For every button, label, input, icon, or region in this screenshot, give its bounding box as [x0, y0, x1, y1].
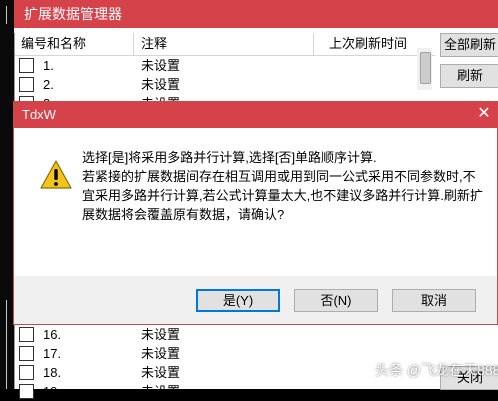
row-checkbox[interactable] [19, 346, 34, 361]
chart-tick [6, 6, 7, 24]
row-note: 未设置 [141, 365, 181, 380]
main-titlebar: 扩展数据管理器 [14, 0, 498, 28]
row-number: 17. [43, 346, 62, 361]
row-note: 未设置 [141, 346, 181, 361]
row-checkbox[interactable] [19, 77, 34, 92]
list-item[interactable]: 1. 未设置 [15, 56, 435, 75]
main-window-title: 扩展数据管理器 [24, 6, 122, 22]
column-header-number-name[interactable]: 编号和名称 [21, 33, 134, 55]
dialog-title: TdxW [22, 107, 56, 122]
row-number: 19. [43, 384, 62, 399]
chart-tick [6, 300, 7, 389]
watermark-logo-icon [359, 364, 373, 378]
row-checkbox[interactable] [19, 327, 34, 342]
row-note: 未设置 [141, 77, 181, 92]
close-icon[interactable]: ✕ [475, 104, 493, 124]
row-checkbox[interactable] [19, 58, 34, 73]
row-note: 未设置 [141, 58, 181, 73]
row-number: 18. [43, 365, 62, 380]
watermark-text: 头条 @飞龙在天8888 [375, 362, 498, 378]
refresh-button[interactable]: 刷新 [440, 64, 498, 88]
watermark: 头条 @飞龙在天8888 [359, 360, 498, 380]
column-header-note[interactable]: 注释 [141, 33, 314, 55]
row-note: 未设置 [141, 384, 181, 399]
row-number: 16. [43, 327, 62, 342]
row-number: 1. [43, 58, 54, 73]
cancel-button[interactable]: 取消 [392, 289, 476, 312]
row-checkbox[interactable] [19, 384, 34, 399]
dialog-message: 选择[是]将采用多路并行计算,选择[否]单路顺序计算. 若紧接的扩展数据间存在相… [82, 150, 483, 222]
row-checkbox[interactable] [19, 365, 34, 380]
confirm-dialog: TdxW ✕ 选择[是]将采用多路并行计算,选择[否]单路顺序计算. 若紧接的扩… [13, 101, 498, 325]
row-number: 2. [43, 77, 54, 92]
row-note: 未设置 [141, 327, 181, 342]
refresh-all-button[interactable]: 全部刷新 [440, 33, 498, 57]
dialog-footer: 是(Y) 否(N) 取消 [14, 276, 497, 324]
list-item[interactable]: 16. 未设置 [15, 325, 435, 344]
list-header: 编号和名称 注释 上次刷新时间 [15, 33, 435, 56]
dialog-titlebar[interactable]: TdxW ✕ [14, 102, 497, 128]
column-header-last-refresh[interactable]: 上次刷新时间 [329, 33, 429, 55]
no-button[interactable]: 否(N) [294, 289, 378, 312]
yes-button[interactable]: 是(Y) [196, 289, 280, 312]
list-item[interactable]: 2. 未设置 [15, 75, 435, 94]
list-item[interactable]: 19. 未设置 [15, 382, 435, 401]
scrollbar-thumb[interactable] [420, 52, 431, 84]
background-chart-strip [0, 0, 14, 389]
list-scrollbar[interactable] [417, 48, 432, 90]
warning-icon [40, 160, 72, 189]
dialog-content: 选择[是]将采用多路并行计算,选择[否]单路顺序计算. 若紧接的扩展数据间存在相… [14, 128, 497, 276]
